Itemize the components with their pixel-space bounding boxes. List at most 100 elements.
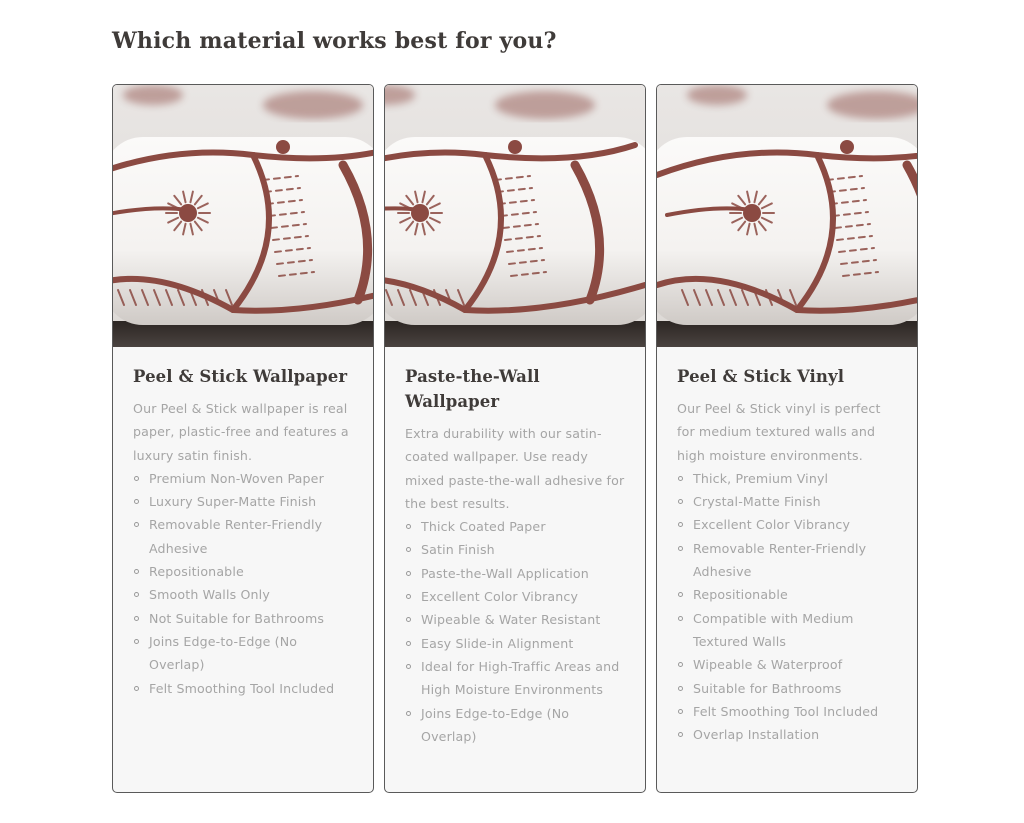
- feature-text: Wipeable & Waterproof: [693, 657, 843, 673]
- circle-bullet-icon: [134, 685, 139, 691]
- feature-list-item: Removable Renter-Friendly Adhesive: [133, 513, 353, 560]
- circle-bullet-icon: [134, 615, 139, 621]
- circle-bullet-icon: [406, 710, 411, 716]
- circle-bullet-icon: [678, 615, 683, 621]
- feature-text: Wipeable & Water Resistant: [421, 612, 601, 628]
- feature-text: Smooth Walls Only: [149, 587, 270, 603]
- circle-bullet-icon: [406, 570, 411, 576]
- circle-bullet-icon: [406, 524, 411, 530]
- feature-list-item: Crystal-Matte Finish: [677, 490, 897, 513]
- card-title: Paste-the-Wall Wallpaper: [405, 367, 540, 411]
- feature-list-item: Wipeable & Waterproof: [677, 653, 897, 676]
- feature-text: Removable Renter-Friendly Adhesive: [149, 517, 323, 556]
- feature-text: Overlap Installation: [693, 727, 820, 743]
- wallpaper-roll-image: [385, 85, 645, 347]
- card-title: Peel & Stick Vinyl: [677, 367, 845, 386]
- circle-bullet-icon: [134, 522, 139, 528]
- card-body: Paste-the-Wall Wallpaper Extra durability…: [385, 347, 645, 748]
- feature-list-item: Felt Smoothing Tool Included: [677, 700, 897, 723]
- circle-bullet-icon: [406, 547, 411, 553]
- circle-bullet-icon: [406, 663, 411, 669]
- feature-list-item: Removable Renter-Friendly Adhesive: [677, 537, 897, 584]
- card-description: Our Peel & Stick wallpaper is real paper…: [133, 401, 349, 463]
- material-card-peel-stick-vinyl: Peel & Stick Vinyl Our Peel & Stick vinyl…: [656, 84, 918, 793]
- circle-bullet-icon: [678, 499, 683, 505]
- card-body: Peel & Stick Vinyl Our Peel & Stick vinyl…: [657, 347, 917, 746]
- feature-list-item: Suitable for Bathrooms: [677, 677, 897, 700]
- circle-bullet-icon: [134, 499, 139, 505]
- feature-list-item: Thick Coated Paper: [405, 515, 625, 538]
- feature-text: Satin Finish: [421, 542, 495, 558]
- feature-list-item: Not Suitable for Bathrooms: [133, 607, 353, 630]
- feature-list-item: Premium Non-Woven Paper: [133, 467, 353, 490]
- feature-text: Excellent Color Vibrancy: [693, 517, 851, 533]
- circle-bullet-icon: [678, 545, 683, 551]
- wallpaper-roll-image: [113, 85, 373, 347]
- feature-text: Repositionable: [693, 587, 788, 603]
- card-image: [657, 85, 917, 347]
- feature-text: Joins Edge-to-Edge (No Overlap): [421, 705, 570, 744]
- circle-bullet-icon: [678, 522, 683, 528]
- feature-list: Thick Coated Paper Satin Finish Paste-the-…: [405, 515, 625, 748]
- feature-list-item: Felt Smoothing Tool Included: [133, 677, 353, 700]
- feature-list-item: Easy Slide-in Alignment: [405, 632, 625, 655]
- feature-list-item: Joins Edge-to-Edge (No Overlap): [405, 702, 625, 749]
- card-title: Peel & Stick Wallpaper: [133, 367, 348, 386]
- feature-list-item: Luxury Super-Matte Finish: [133, 490, 353, 513]
- circle-bullet-icon: [406, 640, 411, 646]
- feature-list-item: Satin Finish: [405, 538, 625, 561]
- feature-text: Luxury Super-Matte Finish: [149, 494, 317, 510]
- feature-list-item: Thick, Premium Vinyl: [677, 467, 897, 490]
- feature-list-item: Smooth Walls Only: [133, 583, 353, 606]
- circle-bullet-icon: [678, 732, 683, 738]
- feature-list-item: Repositionable: [133, 560, 353, 583]
- circle-bullet-icon: [678, 662, 683, 668]
- feature-text: Felt Smoothing Tool Included: [693, 703, 879, 719]
- feature-text: Not Suitable for Bathrooms: [149, 610, 325, 626]
- feature-text: Compatible with Medium Textured Walls: [693, 610, 854, 649]
- wallpaper-roll-image: [657, 85, 917, 347]
- circle-bullet-icon: [678, 475, 683, 481]
- circle-bullet-icon: [678, 708, 683, 714]
- feature-list-item: Overlap Installation: [677, 723, 897, 746]
- feature-text: Thick, Premium Vinyl: [693, 470, 829, 486]
- circle-bullet-icon: [406, 594, 411, 600]
- feature-text: Felt Smoothing Tool Included: [149, 680, 335, 696]
- feature-list-item: Compatible with Medium Textured Walls: [677, 607, 897, 654]
- material-card-paste-the-wall: Paste-the-Wall Wallpaper Extra durability…: [384, 84, 646, 793]
- material-cards: Peel & Stick Wallpaper Our Peel & Stick w…: [112, 84, 918, 793]
- feature-list-item: Wipeable & Water Resistant: [405, 608, 625, 631]
- feature-text: Removable Renter-Friendly Adhesive: [693, 540, 867, 580]
- section-heading: Which material works best for you?: [112, 28, 557, 54]
- circle-bullet-icon: [134, 475, 139, 481]
- feature-list-item: Paste-the-Wall Application: [405, 562, 625, 585]
- circle-bullet-icon: [134, 638, 139, 644]
- feature-text: Suitable for Bathrooms: [693, 680, 842, 696]
- feature-text: Crystal-Matte Finish: [693, 494, 821, 510]
- circle-bullet-icon: [134, 569, 139, 575]
- feature-text: Ideal for High-Traffic Areas and High Mo…: [421, 658, 620, 698]
- feature-text: Excellent Color Vibrancy: [421, 589, 579, 605]
- circle-bullet-icon: [134, 592, 139, 598]
- circle-bullet-icon: [678, 592, 683, 598]
- feature-list-item: Excellent Color Vibrancy: [405, 585, 625, 608]
- feature-list: Premium Non-Woven Paper Luxury Super-Matt…: [133, 467, 353, 700]
- feature-list-item: Joins Edge-to-Edge (No Overlap): [133, 630, 353, 677]
- feature-list: Thick, Premium Vinyl Crystal-Matte Finish…: [677, 467, 897, 747]
- feature-text: Thick Coated Paper: [421, 519, 546, 535]
- feature-text: Paste-the-Wall Application: [421, 565, 589, 581]
- card-body: Peel & Stick Wallpaper Our Peel & Stick w…: [113, 347, 373, 700]
- circle-bullet-icon: [678, 685, 683, 691]
- card-image: [113, 85, 373, 347]
- card-description: Our Peel & Stick vinyl is perfect for me…: [677, 401, 881, 463]
- feature-text: Premium Non-Woven Paper: [149, 470, 324, 486]
- card-description: Extra durability with our satin-coated w…: [405, 426, 625, 511]
- feature-list-item: Repositionable: [677, 583, 897, 606]
- feature-list-item: Excellent Color Vibrancy: [677, 513, 897, 536]
- feature-text: Repositionable: [149, 564, 244, 580]
- material-card-peel-stick-wallpaper: Peel & Stick Wallpaper Our Peel & Stick w…: [112, 84, 374, 793]
- feature-text: Easy Slide-in Alignment: [421, 635, 574, 651]
- circle-bullet-icon: [406, 617, 411, 623]
- feature-list-item: Ideal for High-Traffic Areas and High Mo…: [405, 655, 625, 702]
- feature-text: Joins Edge-to-Edge (No Overlap): [149, 633, 298, 673]
